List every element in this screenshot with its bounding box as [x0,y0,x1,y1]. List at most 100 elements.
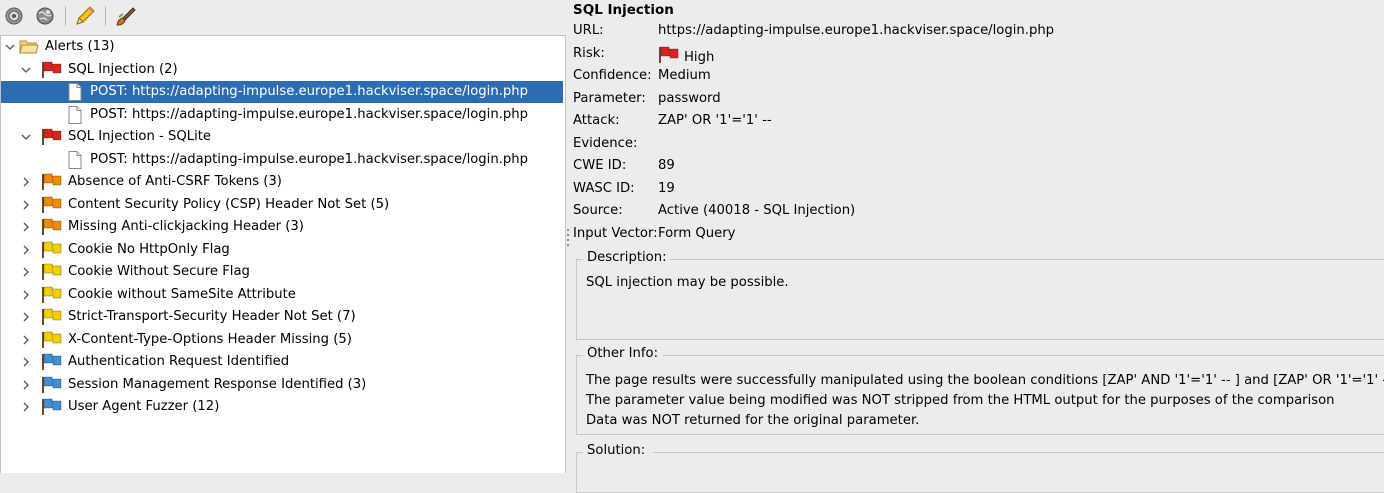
divider-grip [567,234,569,236]
alert-group-item[interactable]: Cookie No HttpOnly Flag [1,239,563,261]
chevron-down-icon[interactable] [19,59,33,81]
field-value[interactable]: 19 [658,181,675,196]
other-info-heading: Other Info: [584,346,662,362]
chevron-right-icon[interactable] [19,351,33,373]
alert-group-item[interactable]: Content Security Policy (CSP) Header Not… [1,194,563,216]
alert-group-label: SQL Injection (2) [68,62,178,77]
chevron-right-icon[interactable] [19,216,33,238]
pencil-icon[interactable] [73,4,97,28]
alert-group-label: SQL Injection - SQLite [68,129,212,144]
field-label: Evidence: [573,136,638,151]
field-value[interactable]: Medium [658,68,711,83]
field-label: Attack: [573,113,620,128]
field-value-text: Form Query [658,226,736,241]
field-value[interactable]: 89 [658,158,675,173]
field-value-text: 89 [658,158,675,173]
alerts-panel: Alerts (13) SQL Injection (2) POST: https:… [0,0,566,473]
tree-root-label: Alerts (13) [45,39,115,54]
field-value[interactable]: https://adapting-impulse.europe1.hackvis… [658,23,1054,38]
field-label: WASC ID: [573,181,635,196]
chevron-down-icon[interactable] [3,36,17,58]
field-value-text: https://adapting-impulse.europe1.hackvis… [658,23,1055,38]
field-label: Confidence: [573,68,652,83]
toolbar-separator [105,6,106,26]
alert-title: SQL Injection [573,2,674,18]
alerts-toolbar [0,0,566,33]
alert-group-label: Missing Anti-clickjacking Header (3) [68,219,304,234]
brush-icon[interactable] [114,4,138,28]
tree-root-alerts[interactable]: Alerts (13) [1,36,563,58]
field-value-text: High [684,50,715,65]
chevron-right-icon[interactable] [19,261,33,283]
other-info-section: Other Info: The page results were succes… [576,346,1384,435]
alert-group-label: Session Management Response Identified (… [68,377,367,392]
alert-group-label: Cookie No HttpOnly Flag [68,242,230,257]
alert-group-label: Strict-Transport-Security Header Not Set… [68,309,356,324]
field-value[interactable]: Active (40018 - SQL Injection) [658,203,855,218]
chevron-right-icon[interactable] [19,374,33,396]
alert-group-item[interactable]: Missing Anti-clickjacking Header (3) [1,216,563,238]
target-icon[interactable] [2,4,26,28]
field-value-text: password [658,91,721,106]
field-value[interactable]: ZAP' OR '1'='1' -- [658,113,772,128]
alert-group-item[interactable]: Strict-Transport-Security Header Not Set… [1,306,563,328]
alert-instance-item[interactable]: POST: https://adapting-impulse.europe1.h… [1,81,563,103]
alert-group-item[interactable]: User Agent Fuzzer (12) [1,396,563,418]
field-label: URL: [573,23,604,38]
field-label: Source: [573,203,623,218]
alert-group-item[interactable]: X-Content-Type-Options Header Missing (5… [1,329,563,351]
alert-group-item[interactable]: Absence of Anti-CSRF Tokens (3) [1,171,563,193]
alert-group-label: Authentication Request Identified [68,354,290,369]
chevron-right-icon[interactable] [19,239,33,261]
alert-group-label: Absence of Anti-CSRF Tokens (3) [68,174,282,189]
field-label: CWE ID: [573,158,627,173]
chevron-right-icon[interactable] [19,396,33,418]
description-text[interactable]: SQL injection may be possible. [586,273,789,293]
alert-group-label: Content Security Policy (CSP) Header Not… [68,197,390,212]
alert-group-label: User Agent Fuzzer (12) [68,399,220,414]
blue-flag-icon [41,398,63,424]
chevron-down-icon[interactable] [19,126,33,148]
field-value-text: 19 [658,181,675,196]
alert-group-label: X-Content-Type-Options Header Missing (5… [68,332,352,347]
chevron-right-icon[interactable] [19,194,33,216]
field-label: Parameter: [573,91,646,106]
solution-section: Solution: [576,443,1384,493]
divider-grip [567,239,569,241]
description-section: Description: SQL injection may be possib… [576,250,1384,340]
alert-group-item[interactable]: Authentication Request Identified [1,351,563,373]
alert-group-label: Cookie without SameSite Attribute [68,287,296,302]
field-label: Risk: [573,46,605,61]
alert-instance-item[interactable]: POST: https://adapting-impulse.europe1.h… [1,149,563,171]
chevron-right-icon[interactable] [19,306,33,328]
field-value[interactable]: Form Query [658,226,736,241]
toolbar-separator [65,6,66,26]
alert-group-item[interactable]: Cookie Without Secure Flag [1,261,563,283]
field-label: Input Vector: [573,226,658,241]
other-info-line[interactable]: Data was NOT returned for the original p… [586,411,919,431]
field-value[interactable]: High [658,46,714,68]
description-heading: Description: [584,250,670,266]
alert-instance-item[interactable]: POST: https://adapting-impulse.europe1.h… [1,104,563,126]
alert-group-item[interactable]: SQL Injection (2) [1,59,563,81]
field-value-text: ZAP' OR '1'='1' -- [658,113,772,128]
field-value-text: Medium [658,68,711,83]
alert-instance-label: POST: https://adapting-impulse.europe1.h… [90,107,528,122]
alert-group-label: Cookie Without Secure Flag [68,264,250,279]
alert-group-item[interactable]: Session Management Response Identified (… [1,374,563,396]
field-value-text: Active (40018 - SQL Injection) [658,203,856,218]
alert-instance-label: POST: https://adapting-impulse.europe1.h… [90,84,528,99]
alert-instance-label: POST: https://adapting-impulse.europe1.h… [90,152,528,167]
chevron-right-icon[interactable] [19,284,33,306]
chevron-right-icon[interactable] [19,329,33,351]
globe-icon[interactable] [33,4,57,28]
alert-group-item[interactable]: SQL Injection - SQLite [1,126,563,148]
red-flag-icon [658,46,680,68]
alerts-tree: Alerts (13) SQL Injection (2) POST: https:… [0,35,566,473]
divider-grip [567,244,569,246]
alert-group-item[interactable]: Cookie without SameSite Attribute [1,284,563,306]
field-value[interactable]: password [658,91,721,106]
other-info-line[interactable]: The page results were successfully manip… [586,371,1384,391]
other-info-line[interactable]: The parameter value being modified was N… [586,391,1335,411]
chevron-right-icon[interactable] [19,171,33,193]
